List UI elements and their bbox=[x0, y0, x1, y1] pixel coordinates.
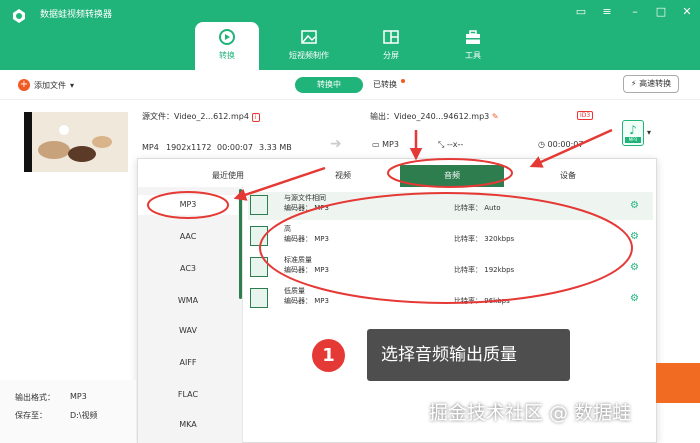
format-dropdown-icon[interactable]: ▾ bbox=[647, 128, 651, 137]
tab-converted-label: 已转换 bbox=[373, 80, 397, 89]
split-screen-icon bbox=[383, 30, 399, 44]
format-tabs: 最近使用 视频 音频 设备 bbox=[138, 165, 656, 187]
quality-bitrate: 比特率： 320kbps bbox=[454, 235, 515, 243]
edit-icon[interactable]: ✎ bbox=[492, 112, 499, 121]
quality-row-high[interactable]: 高 编码器： MP3 比特率： 320kbps ⚙ bbox=[248, 223, 653, 251]
output-format-select[interactable]: MP3 bbox=[70, 392, 87, 401]
id3-icon[interactable]: ID3 bbox=[577, 111, 594, 120]
plus-icon: + bbox=[18, 79, 30, 91]
quality-row-low[interactable]: 低质量 编码器： MP3 比特率： 96kbps ⚙ bbox=[248, 285, 653, 313]
chevron-down-icon: ▾ bbox=[70, 80, 75, 90]
tab-tools-label: 工具 bbox=[465, 51, 481, 60]
lightning-icon: ⚡ bbox=[630, 79, 637, 88]
notification-dot bbox=[401, 79, 405, 83]
menu-icon[interactable]: ≡ bbox=[600, 5, 614, 18]
add-file-button[interactable]: + 添加文件 ▾ bbox=[18, 79, 74, 91]
quality-name: 高 bbox=[284, 225, 291, 233]
save-to-label: 保存至： bbox=[15, 411, 47, 420]
app-title: 数据蛙视频转换器 bbox=[40, 10, 113, 20]
info-icon[interactable]: i bbox=[251, 113, 260, 122]
output-file-name: 输出：Video_240...94612.mp3 ✎ bbox=[370, 112, 499, 121]
tab-short-video[interactable]: 短视频制作 bbox=[277, 22, 341, 70]
watermark: 掘金技术社区 @ 数据蛙 bbox=[429, 402, 632, 424]
source-resolution: 1902x1172 bbox=[166, 143, 212, 152]
tab-convert[interactable]: 转换 bbox=[195, 22, 259, 76]
title-bar: 数据蛙视频转换器 ▭ ≡ – □ ✕ 转换 短视频制作 分屏 工具 bbox=[0, 0, 700, 76]
toolbox-icon bbox=[466, 30, 480, 44]
quality-low-icon bbox=[250, 288, 268, 308]
step-number-badge: 1 bbox=[312, 339, 345, 372]
output-format-label: 输出格式： bbox=[15, 393, 55, 402]
quality-standard-icon bbox=[250, 257, 268, 277]
quality-high-icon bbox=[250, 226, 268, 246]
tab-convert-label: 转换 bbox=[219, 51, 235, 60]
quality-encoder: 编码器： MP3 bbox=[284, 297, 329, 305]
output-format-icon[interactable]: ♪ MP3 bbox=[622, 120, 644, 146]
convert-icon bbox=[219, 29, 235, 45]
fast-convert-button[interactable]: ⚡ 高速转换 bbox=[623, 75, 679, 93]
feedback-icon[interactable]: ▭ bbox=[574, 5, 588, 18]
video-thumbnail[interactable] bbox=[24, 112, 128, 172]
close-icon[interactable]: ✕ bbox=[680, 5, 694, 18]
source-size: 3.33 MB bbox=[259, 143, 292, 152]
save-to-path[interactable]: D:\视频 bbox=[70, 410, 98, 421]
toolbar: + 添加文件 ▾ 转换中 已转换 ⚡ 高速转换 bbox=[0, 70, 700, 100]
tab-tools[interactable]: 工具 bbox=[441, 22, 505, 70]
output-format: ▭ MP3 bbox=[372, 140, 399, 149]
file-row: 源文件：Video_2...612.mp4 i MP4 1902x1172 00:… bbox=[8, 100, 692, 172]
source-format: MP4 bbox=[142, 143, 159, 152]
gear-icon[interactable]: ⚙ bbox=[630, 262, 639, 273]
source-duration: 00:00:07 bbox=[217, 143, 253, 152]
tab-device[interactable]: 设备 bbox=[518, 165, 618, 187]
minimize-icon[interactable]: – bbox=[628, 5, 642, 18]
quality-name: 标准质量 bbox=[284, 256, 312, 264]
quality-encoder: 编码器： MP3 bbox=[284, 266, 329, 274]
format-item-mka[interactable]: MKA bbox=[138, 415, 238, 435]
quality-name: 与源文件相同 bbox=[284, 194, 326, 202]
format-tag: MP3 bbox=[625, 137, 641, 143]
format-item-flac[interactable]: FLAC bbox=[138, 385, 238, 405]
tab-split-screen[interactable]: 分屏 bbox=[359, 22, 423, 70]
gear-icon[interactable]: ⚙ bbox=[630, 200, 639, 211]
arrow-right-icon: ➜ bbox=[330, 136, 342, 152]
format-list: MP3 AAC AC3 WMA WAV AIFF FLAC MKA bbox=[138, 187, 243, 443]
quality-row-standard[interactable]: 标准质量 编码器： MP3 比特率： 192kbps ⚙ bbox=[248, 254, 653, 282]
format-item-wav[interactable]: WAV bbox=[138, 321, 238, 341]
quality-row-same[interactable]: 与源文件相同 编码器： MP3 比特率： Auto ⚙ bbox=[248, 192, 653, 220]
quality-same-icon bbox=[250, 195, 268, 215]
add-file-label: 添加文件 bbox=[34, 80, 66, 90]
tab-audio[interactable]: 音频 bbox=[400, 165, 504, 187]
format-item-aac[interactable]: AAC bbox=[138, 227, 238, 247]
output-settings: 输出格式： MP3 保存至： D:\视频 bbox=[0, 380, 136, 443]
music-note-icon: ♪ bbox=[629, 123, 637, 137]
quality-bitrate: 比特率： 96kbps bbox=[454, 297, 510, 305]
format-item-ac3[interactable]: AC3 bbox=[138, 259, 238, 279]
tab-converting[interactable]: 转换中 bbox=[295, 77, 363, 93]
format-list-scrollbar[interactable] bbox=[239, 189, 242, 299]
output-resolution: ⤡ --x-- bbox=[438, 140, 464, 149]
app-logo-icon bbox=[13, 9, 25, 23]
source-file-name: 源文件：Video_2...612.mp4 i bbox=[142, 111, 260, 122]
quality-bitrate: 比特率： 192kbps bbox=[454, 266, 515, 274]
step-callout: 选择音频输出质量 bbox=[367, 329, 570, 381]
quality-name: 低质量 bbox=[284, 287, 305, 295]
format-item-mp3[interactable]: MP3 bbox=[138, 195, 238, 215]
format-item-aiff[interactable]: AIFF bbox=[138, 353, 238, 373]
tab-recent[interactable]: 最近使用 bbox=[178, 165, 278, 187]
format-item-wma[interactable]: WMA bbox=[138, 291, 238, 311]
quality-encoder: 编码器： MP3 bbox=[284, 204, 329, 212]
gear-icon[interactable]: ⚙ bbox=[630, 231, 639, 242]
tab-converted[interactable]: 已转换 bbox=[365, 77, 405, 93]
fast-convert-label: 高速转换 bbox=[639, 79, 672, 88]
gear-icon[interactable]: ⚙ bbox=[630, 293, 639, 304]
convert-all-button[interactable] bbox=[656, 363, 700, 403]
tab-split-screen-label: 分屏 bbox=[383, 51, 399, 60]
tab-video[interactable]: 视频 bbox=[298, 165, 388, 187]
maximize-icon[interactable]: □ bbox=[654, 5, 668, 18]
image-icon bbox=[301, 30, 317, 44]
quality-bitrate: 比特率： Auto bbox=[454, 204, 501, 212]
quality-encoder: 编码器： MP3 bbox=[284, 235, 329, 243]
output-duration: ◷ 00:00:07 bbox=[538, 140, 584, 149]
tab-short-video-label: 短视频制作 bbox=[289, 51, 329, 60]
